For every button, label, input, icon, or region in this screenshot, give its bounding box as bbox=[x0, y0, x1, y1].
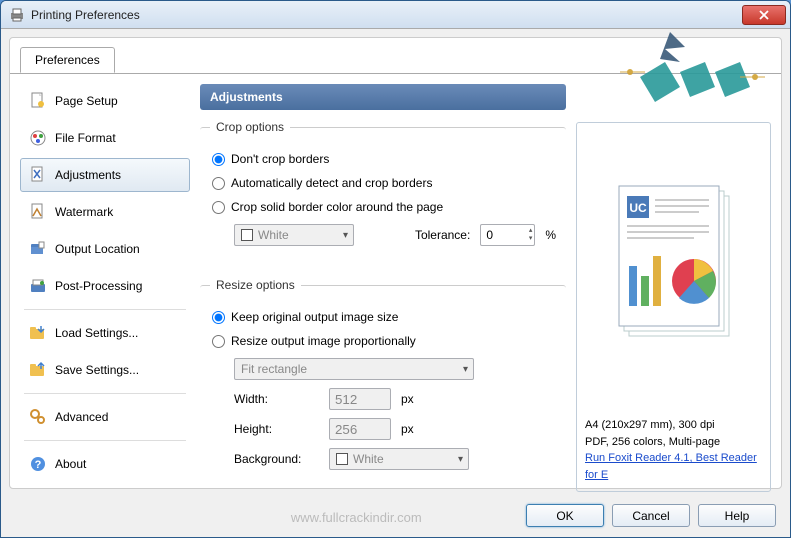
radio-input[interactable] bbox=[212, 177, 225, 190]
radio-label: Automatically detect and crop borders bbox=[231, 176, 432, 190]
svg-text:?: ? bbox=[35, 459, 42, 471]
document-preview-icon: UC bbox=[599, 176, 749, 366]
fit-mode-select[interactable]: Fit rectangle bbox=[234, 358, 474, 380]
nav-advanced[interactable]: Advanced bbox=[20, 400, 190, 434]
nav-label: Save Settings... bbox=[55, 363, 139, 377]
svg-text:UC: UC bbox=[629, 201, 647, 215]
radio-label: Resize output image proportionally bbox=[231, 334, 416, 348]
radio-input[interactable] bbox=[212, 335, 225, 348]
resize-radio-keep[interactable]: Keep original output image size bbox=[212, 310, 556, 324]
cancel-button[interactable]: Cancel bbox=[612, 504, 690, 527]
titlebar: Printing Preferences bbox=[1, 1, 790, 29]
background-label: Background: bbox=[234, 452, 319, 466]
printer-icon bbox=[9, 7, 25, 23]
radio-label: Crop solid border color around the page bbox=[231, 200, 443, 214]
settings-column: Adjustments Crop options Don't crop bord… bbox=[200, 84, 566, 493]
tolerance-spinner[interactable]: 0 bbox=[480, 224, 535, 246]
nav-label: Post-Processing bbox=[55, 279, 142, 293]
window-title: Printing Preferences bbox=[31, 8, 742, 22]
nav-file-format[interactable]: File Format bbox=[20, 121, 190, 155]
nav-post-processing[interactable]: Post-Processing bbox=[20, 269, 190, 303]
crop-legend: Crop options bbox=[210, 120, 290, 134]
nav-label: Load Settings... bbox=[55, 326, 138, 340]
select-value: White bbox=[353, 452, 384, 466]
preview-line1: A4 (210x297 mm), 300 dpi bbox=[585, 417, 762, 434]
output-location-icon bbox=[29, 240, 47, 258]
resize-radio-proportional[interactable]: Resize output image proportionally bbox=[212, 334, 556, 348]
crop-radio-solid[interactable]: Crop solid border color around the page bbox=[212, 200, 556, 214]
close-button[interactable] bbox=[742, 5, 786, 25]
tab-preferences[interactable]: Preferences bbox=[20, 47, 115, 73]
nav-adjustments[interactable]: Adjustments bbox=[20, 158, 190, 192]
preview-line2: PDF, 256 colors, Multi-page bbox=[585, 434, 762, 451]
select-value: Fit rectangle bbox=[241, 362, 307, 376]
load-settings-icon bbox=[29, 324, 47, 342]
color-swatch bbox=[241, 229, 253, 241]
nav-label: Advanced bbox=[55, 410, 108, 424]
radio-label: Don't crop borders bbox=[231, 152, 329, 166]
crop-radio-auto[interactable]: Automatically detect and crop borders bbox=[212, 176, 556, 190]
nav-label: About bbox=[55, 457, 86, 471]
nav-label: Adjustments bbox=[55, 168, 121, 182]
about-icon: ? bbox=[29, 455, 47, 473]
nav-about[interactable]: ? About bbox=[20, 447, 190, 481]
main-panel: Adjustments Crop options Don't crop bord… bbox=[200, 84, 771, 493]
nav-label: File Format bbox=[55, 131, 116, 145]
watermark-icon bbox=[29, 203, 47, 221]
nav-page-setup[interactable]: Page Setup bbox=[20, 84, 190, 118]
resize-options-group: Resize options Keep original output imag… bbox=[200, 278, 566, 488]
tolerance-unit: % bbox=[545, 228, 556, 242]
radio-input[interactable] bbox=[212, 153, 225, 166]
save-settings-icon bbox=[29, 361, 47, 379]
adjustments-icon bbox=[29, 166, 47, 184]
crop-color-select[interactable]: White bbox=[234, 224, 354, 246]
separator bbox=[24, 440, 186, 441]
nav-label: Output Location bbox=[55, 242, 140, 256]
color-swatch bbox=[336, 453, 348, 465]
nav-save-settings[interactable]: Save Settings... bbox=[20, 353, 190, 387]
select-value: White bbox=[258, 228, 289, 242]
unit-label: px bbox=[401, 392, 414, 406]
nav-label: Page Setup bbox=[55, 94, 118, 108]
file-format-icon bbox=[29, 129, 47, 147]
preview-info: A4 (210x297 mm), 300 dpi PDF, 256 colors… bbox=[585, 417, 762, 483]
spinner-value: 0 bbox=[486, 228, 493, 242]
radio-label: Keep original output image size bbox=[231, 310, 398, 324]
separator bbox=[24, 309, 186, 310]
resize-legend: Resize options bbox=[210, 278, 301, 292]
dialog-window: Printing Preferences Preferences Page Se… bbox=[0, 0, 791, 538]
width-label: Width: bbox=[234, 392, 319, 406]
nav-output-location[interactable]: Output Location bbox=[20, 232, 190, 266]
advanced-icon bbox=[29, 408, 47, 426]
crop-radio-none[interactable]: Don't crop borders bbox=[212, 152, 556, 166]
crop-options-group: Crop options Don't crop borders Automati… bbox=[200, 120, 566, 264]
nav-watermark[interactable]: Watermark bbox=[20, 195, 190, 229]
ok-button[interactable]: OK bbox=[526, 504, 604, 527]
page-setup-icon bbox=[29, 92, 47, 110]
help-button[interactable]: Help bbox=[698, 504, 776, 527]
nav-load-settings[interactable]: Load Settings... bbox=[20, 316, 190, 350]
preview-link[interactable]: Run Foxit Reader 4.1, Best Reader for E bbox=[585, 452, 757, 481]
height-input[interactable] bbox=[329, 418, 391, 440]
nav-label: Watermark bbox=[55, 205, 113, 219]
post-processing-icon bbox=[29, 277, 47, 295]
tab-content: Page Setup File Format Adjustments Water… bbox=[10, 73, 781, 503]
radio-input[interactable] bbox=[212, 311, 225, 324]
sidebar: Page Setup File Format Adjustments Water… bbox=[20, 84, 190, 493]
tolerance-label: Tolerance: bbox=[415, 228, 470, 242]
preview-panel: UC bbox=[576, 122, 771, 492]
unit-label: px bbox=[401, 422, 414, 436]
preview-image: UC bbox=[585, 131, 762, 411]
separator bbox=[24, 393, 186, 394]
panel-header: Adjustments bbox=[200, 84, 566, 110]
background-color-select[interactable]: White bbox=[329, 448, 469, 470]
height-label: Height: bbox=[234, 422, 319, 436]
watermark-text: www.fullcrackindir.com bbox=[291, 510, 422, 525]
close-icon bbox=[759, 10, 769, 20]
overlay-logo bbox=[610, 27, 770, 117]
width-input[interactable] bbox=[329, 388, 391, 410]
radio-input[interactable] bbox=[212, 201, 225, 214]
dialog-buttons: OK Cancel Help bbox=[526, 504, 776, 527]
